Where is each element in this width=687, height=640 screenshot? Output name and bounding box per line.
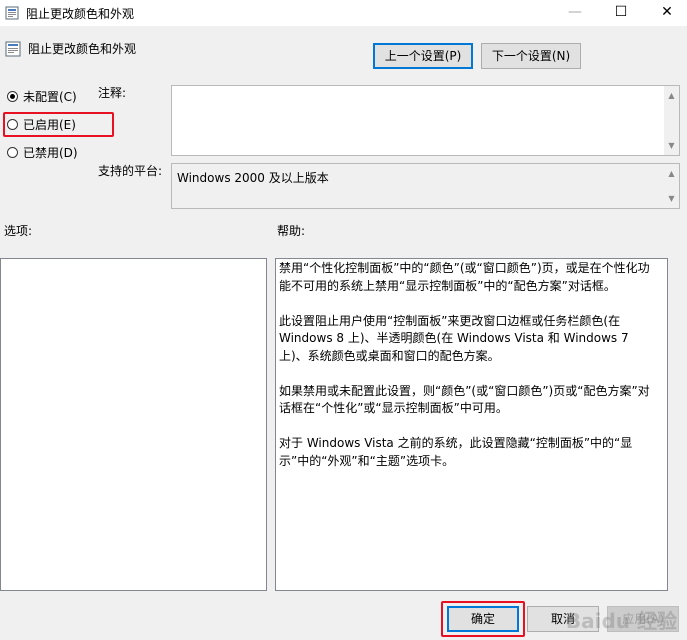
highlight-ok-box	[441, 601, 525, 637]
comment-input[interactable]: ▲ ▼	[171, 85, 680, 156]
help-text: 禁用“个性化控制面板”中的“颜色”(或“窗口颜色”)页，或是在个性化功能不可用的…	[279, 260, 659, 488]
radio-label: 已禁用(D)	[23, 145, 78, 160]
options-label: 选项:	[4, 224, 33, 238]
scroll-down-icon[interactable]: ▼	[664, 191, 679, 206]
help-paragraph: 禁用“个性化控制面板”中的“颜色”(或“窗口颜色”)页，或是在个性化功能不可用的…	[279, 261, 650, 293]
options-panel	[0, 258, 267, 591]
help-label: 帮助:	[277, 224, 306, 238]
next-setting-button[interactable]: 下一个设置(N)	[481, 43, 581, 69]
setting-name: 阻止更改颜色和外观	[28, 42, 137, 56]
watermark: Baidu 经验	[565, 609, 677, 633]
radio-indicator[interactable]	[7, 146, 18, 158]
comment-scrollbar[interactable]: ▲ ▼	[664, 86, 679, 155]
window-title: 阻止更改颜色和外观	[26, 7, 135, 21]
radio-indicator[interactable]	[7, 90, 18, 102]
platform-box: Windows 2000 及以上版本 ▲ ▼	[171, 163, 680, 209]
prev-setting-button[interactable]: 上一个设置(P)	[373, 43, 473, 69]
minimize-icon[interactable]: —	[552, 0, 598, 26]
scroll-up-icon[interactable]: ▲	[664, 88, 679, 103]
radio-not-configured[interactable]: 未配置(C)	[7, 87, 77, 105]
comment-label: 注释:	[98, 86, 127, 100]
highlight-enabled-box	[3, 112, 114, 137]
platform-scrollbar[interactable]: ▲ ▼	[664, 164, 679, 208]
scroll-up-icon[interactable]: ▲	[664, 166, 679, 181]
help-paragraph: 对于 Windows Vista 之前的系统，此设置隐藏“控制面板”中的“显示”…	[279, 436, 633, 468]
platform-label: 支持的平台:	[98, 164, 163, 178]
help-paragraph: 如果禁用或未配置此设置，则“颜色”(或“窗口颜色”)页或“配色方案”对话框在“个…	[279, 383, 650, 416]
radio-disabled[interactable]: 已禁用(D)	[7, 143, 78, 161]
help-paragraph: 此设置阻止用户使用“控制面板”来更改窗口边框或任务栏颜色(在 Windows 8…	[279, 313, 629, 363]
scroll-down-icon[interactable]: ▼	[664, 138, 679, 153]
radio-label: 未配置(C)	[23, 89, 77, 104]
maximize-icon[interactable]: ☐	[598, 0, 644, 26]
setting-icon	[5, 41, 21, 57]
title-bar: 阻止更改颜色和外观 — ☐ ✕	[0, 0, 687, 26]
policy-icon	[5, 6, 19, 20]
platform-value: Windows 2000 及以上版本	[177, 171, 329, 185]
close-icon[interactable]: ✕	[644, 0, 687, 26]
